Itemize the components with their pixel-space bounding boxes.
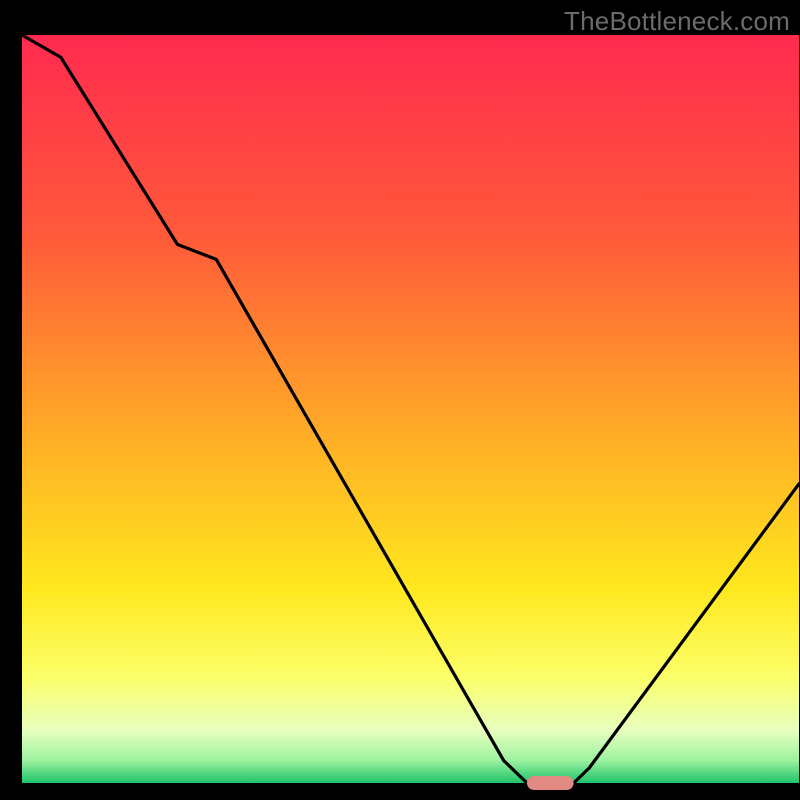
optimal-range-marker	[527, 776, 574, 790]
chart-background-gradient	[22, 35, 799, 783]
chart-canvas	[0, 0, 800, 800]
bottleneck-chart: TheBottleneck.com	[0, 0, 800, 800]
watermark-text: TheBottleneck.com	[564, 6, 790, 37]
